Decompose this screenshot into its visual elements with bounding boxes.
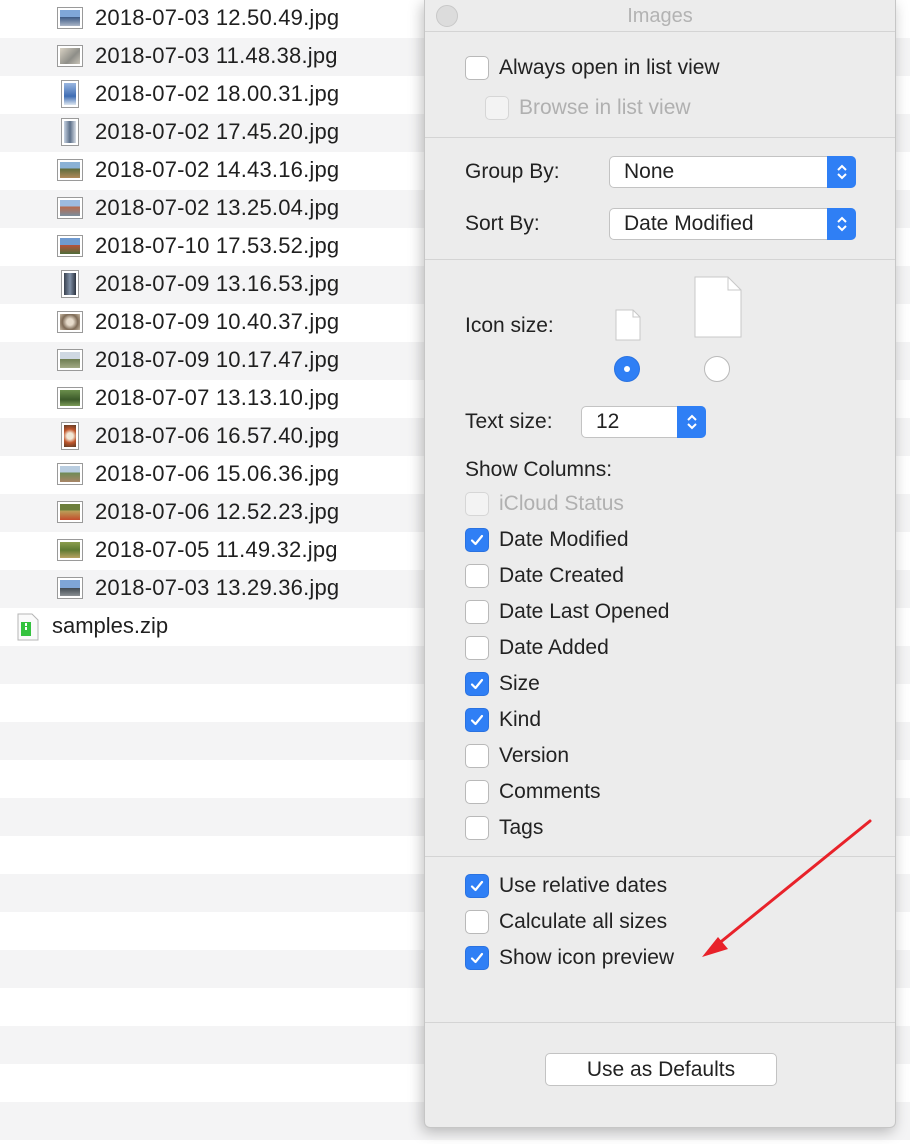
landscape-thumbnail-icon (57, 159, 83, 181)
landscape-thumbnail-icon (57, 577, 83, 599)
text-size-select[interactable]: 12 (581, 406, 706, 438)
group-by-select[interactable]: None (609, 156, 856, 188)
date-last-opened-checkbox[interactable] (465, 600, 489, 624)
date-modified-label: Date Modified (499, 528, 629, 551)
sort-by-value: Date Modified (624, 212, 754, 235)
portrait-thumbnail-icon (61, 270, 79, 298)
file-name: 2018-07-06 12.52.23.jpg (95, 499, 340, 524)
sort-by-select[interactable]: Date Modified (609, 208, 856, 240)
date-added-label: Date Added (499, 636, 609, 659)
portrait-thumbnail-icon (61, 80, 79, 108)
updown-chevron-icon (827, 156, 856, 188)
checkmark-icon (470, 678, 484, 690)
file-name: 2018-07-03 13.29.36.jpg (95, 575, 340, 600)
tags-checkbox[interactable] (465, 816, 489, 840)
date-created-checkbox[interactable] (465, 564, 489, 588)
file-name: samples.zip (52, 613, 169, 638)
use-relative-dates-checkbox[interactable] (465, 874, 489, 898)
show-columns-heading: Show Columns: (465, 458, 613, 481)
file-name: 2018-07-07 13.13.10.jpg (95, 385, 340, 410)
use-as-defaults-button[interactable]: Use as Defaults (545, 1053, 777, 1086)
annotation-arrow-icon (702, 819, 872, 957)
show-icon-preview-label: Show icon preview (499, 946, 675, 969)
file-name: 2018-07-02 13.25.04.jpg (95, 195, 340, 220)
text-size-label: Text size: (465, 410, 553, 433)
large-document-icon (694, 276, 742, 338)
icon-size-small-radio[interactable] (614, 356, 640, 382)
show-icon-preview-checkbox[interactable] (465, 946, 489, 970)
panel-titlebar[interactable]: Images (425, 0, 895, 32)
divider (425, 1022, 895, 1023)
icon-size-large-radio[interactable] (704, 356, 730, 382)
landscape-thumbnail-icon (57, 501, 83, 523)
file-name: 2018-07-02 17.45.20.jpg (95, 119, 340, 144)
version-checkbox[interactable] (465, 744, 489, 768)
file-name: 2018-07-06 16.57.40.jpg (95, 423, 340, 448)
file-name: 2018-07-03 12.50.49.jpg (95, 5, 340, 30)
date-last-opened-label: Date Last Opened (499, 600, 670, 623)
use-relative-dates-label: Use relative dates (499, 874, 668, 897)
browse-list-label: Browse in list view (519, 96, 691, 119)
date-modified-checkbox[interactable] (465, 528, 489, 552)
landscape-thumbnail-icon (57, 235, 83, 257)
landscape-thumbnail-icon (57, 387, 83, 409)
portrait-thumbnail-icon (61, 422, 79, 450)
sort-by-label: Sort By: (465, 212, 540, 235)
date-added-checkbox[interactable] (465, 636, 489, 660)
landscape-thumbnail-icon (57, 463, 83, 485)
landscape-thumbnail-icon (57, 539, 83, 561)
landscape-thumbnail-icon (57, 45, 83, 67)
divider (425, 137, 895, 138)
landscape-thumbnail-icon (57, 349, 83, 371)
file-name: 2018-07-06 15.06.36.jpg (95, 461, 340, 486)
size-checkbox[interactable] (465, 672, 489, 696)
kind-checkbox[interactable] (465, 708, 489, 732)
kind-label: Kind (499, 708, 542, 731)
file-name: 2018-07-09 10.40.37.jpg (95, 309, 340, 334)
icloud-status-checkbox (465, 492, 489, 516)
text-size-value: 12 (596, 410, 620, 433)
calculate-all-sizes-checkbox[interactable] (465, 910, 489, 934)
checkmark-icon (470, 534, 484, 546)
updown-chevron-icon (827, 208, 856, 240)
group-by-label: Group By: (465, 160, 560, 183)
divider (425, 31, 895, 32)
portrait-thumbnail-icon (61, 118, 79, 146)
panel-title: Images (627, 5, 693, 27)
file-name: 2018-07-10 17.53.52.jpg (95, 233, 340, 258)
checkmark-icon (470, 880, 484, 892)
file-name: 2018-07-05 11.49.32.jpg (95, 537, 338, 562)
file-name: 2018-07-03 11.48.38.jpg (95, 43, 338, 68)
checkmark-icon (470, 952, 484, 964)
comments-label: Comments (499, 780, 601, 803)
size-label: Size (499, 672, 540, 695)
small-document-icon (615, 309, 641, 341)
updown-chevron-icon (677, 406, 706, 438)
tags-label: Tags (499, 816, 544, 839)
icloud-status-label: iCloud Status (499, 492, 624, 515)
icon-size-label: Icon size: (465, 314, 554, 337)
comments-checkbox[interactable] (465, 780, 489, 804)
group-by-value: None (624, 160, 675, 183)
checkmark-icon (470, 714, 484, 726)
landscape-thumbnail-icon (57, 311, 83, 333)
calculate-all-sizes-label: Calculate all sizes (499, 910, 668, 933)
always-open-list-label: Always open in list view (499, 56, 720, 79)
file-name: 2018-07-02 14.43.16.jpg (95, 157, 340, 182)
divider (425, 259, 895, 260)
date-created-label: Date Created (499, 564, 624, 587)
landscape-thumbnail-icon (57, 7, 83, 29)
file-name: 2018-07-09 10.17.47.jpg (95, 347, 340, 372)
zip-archive-icon (17, 613, 39, 641)
file-name: 2018-07-02 18.00.31.jpg (95, 81, 340, 106)
landscape-thumbnail-icon (57, 197, 83, 219)
version-label: Version (499, 744, 570, 767)
file-name: 2018-07-09 13.16.53.jpg (95, 271, 340, 296)
browse-list-checkbox (485, 96, 509, 120)
always-open-list-checkbox[interactable] (465, 56, 489, 80)
